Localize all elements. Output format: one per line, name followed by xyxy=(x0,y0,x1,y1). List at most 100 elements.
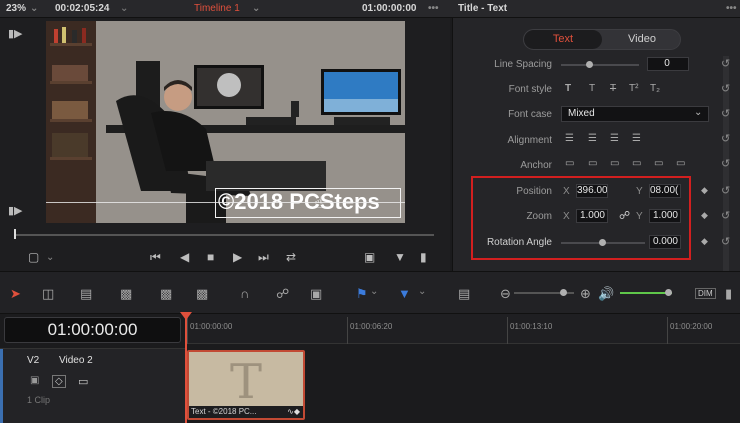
more-options-icon[interactable]: ••• xyxy=(428,3,439,14)
reset-icon[interactable]: ↺ xyxy=(721,107,730,120)
meter-icon[interactable]: ▮ xyxy=(725,286,732,302)
snapping-icon[interactable]: ∩ xyxy=(240,286,249,301)
clip-count: 1 Clip xyxy=(27,395,51,405)
font-style-subscript[interactable]: T₂ xyxy=(650,83,660,94)
record-timecode: 01:00:00:00 xyxy=(362,3,417,14)
font-style-strike[interactable]: T xyxy=(610,83,616,94)
timeline-view-icon[interactable]: ▤ xyxy=(458,286,470,302)
playhead-handle[interactable] xyxy=(180,312,192,320)
marker-icon[interactable]: ▼ xyxy=(398,286,411,301)
dim-button[interactable]: DIM xyxy=(695,288,716,299)
line-spacing-field[interactable]: 0 xyxy=(647,57,689,71)
insert-clip-icon[interactable]: ▩ xyxy=(120,286,132,302)
line-spacing-slider[interactable] xyxy=(561,64,639,66)
transform-chevron-icon[interactable]: ⌄ xyxy=(46,252,54,263)
inspector-title: Title - Text xyxy=(458,3,508,14)
anchor-left-icon[interactable]: ▭ xyxy=(632,158,641,169)
playhead[interactable] xyxy=(185,314,187,423)
track-enable-icon[interactable]: ▭ xyxy=(78,375,88,388)
track-lock-icon[interactable]: ▣ xyxy=(30,375,39,386)
flag-icon[interactable]: ⚑ xyxy=(356,286,368,302)
skip-start-icon[interactable]: ▮▶ xyxy=(8,27,23,40)
zoom-out-icon[interactable]: ⊖ xyxy=(500,286,511,302)
stop-icon[interactable]: ■ xyxy=(207,250,214,264)
go-to-start-icon[interactable]: ⏮ xyxy=(150,250,161,265)
inspector-more-icon[interactable]: ••• xyxy=(726,3,737,14)
play-icon[interactable]: ▶ xyxy=(233,250,242,264)
track-header[interactable]: V2 Video 2 ▣ ◇ ▭ 1 Clip xyxy=(0,348,186,423)
scrub-handle[interactable] xyxy=(14,229,16,239)
marker-chevron-icon[interactable]: ⌄ xyxy=(418,286,426,297)
clip-label: Text - ©2018 PC... xyxy=(191,407,257,416)
dynamic-trim-icon[interactable]: ▤ xyxy=(80,286,92,302)
font-style-bold[interactable]: T xyxy=(565,83,571,94)
align-justify-icon[interactable]: ☰ xyxy=(632,133,641,144)
position-y-field[interactable]: 08.00( xyxy=(649,184,681,198)
rotation-knob[interactable] xyxy=(599,239,606,246)
viewer-scrub-bar[interactable] xyxy=(14,234,434,236)
font-case-select[interactable]: Mixed xyxy=(561,106,709,122)
anchor-middle-icon[interactable]: ▭ xyxy=(588,158,597,169)
reset-icon[interactable]: ↺ xyxy=(721,57,730,70)
font-style-regular[interactable]: T xyxy=(589,83,595,94)
reset-icon[interactable]: ↺ xyxy=(721,82,730,95)
anchor-bottom-icon[interactable]: ▭ xyxy=(610,158,619,169)
zoom-level[interactable]: 23% xyxy=(6,3,26,14)
anchor-top-icon[interactable]: ▭ xyxy=(565,158,574,169)
font-case-chevron-icon[interactable]: ⌄ xyxy=(694,107,702,118)
track-name[interactable]: Video 2 xyxy=(59,355,93,366)
replace-clip-icon[interactable]: ▩ xyxy=(196,286,208,302)
guide-line xyxy=(46,202,405,203)
link-icon[interactable]: ☍ xyxy=(619,209,630,222)
transform-icon[interactable]: ▢ xyxy=(28,250,39,264)
anchor-right-icon[interactable]: ▭ xyxy=(676,158,685,169)
go-to-end-icon[interactable]: ⏭ xyxy=(258,250,269,265)
speaker-icon[interactable]: 🔊 xyxy=(598,286,614,302)
video-frame[interactable]: ©2018 PCSteps ☝ xyxy=(46,21,405,223)
reset-icon[interactable]: ↺ xyxy=(721,132,730,145)
align-left-icon[interactable]: ☰ xyxy=(565,133,574,144)
tab-video[interactable]: Video xyxy=(603,30,680,49)
skip-end-icon[interactable]: ▮▶ xyxy=(8,204,23,217)
align-center-icon[interactable]: ☰ xyxy=(588,133,597,144)
timeline-chevron-icon[interactable]: ⌄ xyxy=(252,3,260,14)
title-clip[interactable]: T Text - ©2018 PC... ∿◆ xyxy=(187,350,305,420)
timeline-ruler[interactable] xyxy=(187,314,740,344)
position-x-field[interactable]: 396.00 xyxy=(576,184,608,198)
match-frame-icon[interactable]: ▣ xyxy=(364,250,375,264)
zoom-in-icon[interactable]: ⊕ xyxy=(580,286,591,302)
reset-icon[interactable]: ↺ xyxy=(721,235,730,248)
dropdown-arrow-icon[interactable]: ⌄ xyxy=(120,3,128,14)
overwrite-clip-icon[interactable]: ▩ xyxy=(160,286,172,302)
reset-icon[interactable]: ↺ xyxy=(721,157,730,170)
auto-track-icon[interactable]: ◇ xyxy=(52,375,66,388)
align-right-icon[interactable]: ☰ xyxy=(610,133,619,144)
lock-icon[interactable]: ▣ xyxy=(310,286,322,302)
flag-chevron-icon[interactable]: ⌄ xyxy=(370,286,378,297)
mark-out-icon[interactable]: ▮ xyxy=(420,250,427,264)
reset-icon[interactable]: ↺ xyxy=(721,184,730,197)
timeline-zoom-knob[interactable] xyxy=(560,289,567,296)
tab-text[interactable]: Text xyxy=(524,30,602,49)
font-style-superscript[interactable]: T² xyxy=(629,83,638,94)
pointer-tool-icon[interactable]: ➤ xyxy=(10,286,21,302)
mark-in-icon[interactable]: ▼ xyxy=(394,250,406,264)
trim-tool-icon[interactable]: ◫ xyxy=(42,286,54,302)
reset-icon[interactable]: ↺ xyxy=(721,209,730,222)
zoom-x-field[interactable]: 1.000 xyxy=(576,209,608,223)
line-spacing-knob[interactable] xyxy=(586,61,593,68)
zoom-chevron-icon[interactable]: ⌄ xyxy=(30,3,38,14)
timeline-name[interactable]: Timeline 1 xyxy=(194,3,240,14)
step-back-icon[interactable]: ◀ xyxy=(180,250,189,264)
linked-selection-icon[interactable]: ☍ xyxy=(276,286,289,302)
audio-level-knob[interactable] xyxy=(665,289,672,296)
keyframe-diamond-icon[interactable]: ◆ xyxy=(701,236,708,247)
anchor-center-icon[interactable]: ▭ xyxy=(654,158,663,169)
keyframe-diamond-icon[interactable]: ◆ xyxy=(701,185,708,196)
rotation-field[interactable]: 0.000 xyxy=(649,235,681,249)
timeline-timecode: 01:00:00:00 xyxy=(4,317,181,343)
inspector-tabs: Text Video xyxy=(523,29,681,50)
zoom-y-field[interactable]: 1.000 xyxy=(649,209,681,223)
loop-icon[interactable]: ⇄ xyxy=(286,250,296,264)
keyframe-diamond-icon[interactable]: ◆ xyxy=(701,210,708,221)
